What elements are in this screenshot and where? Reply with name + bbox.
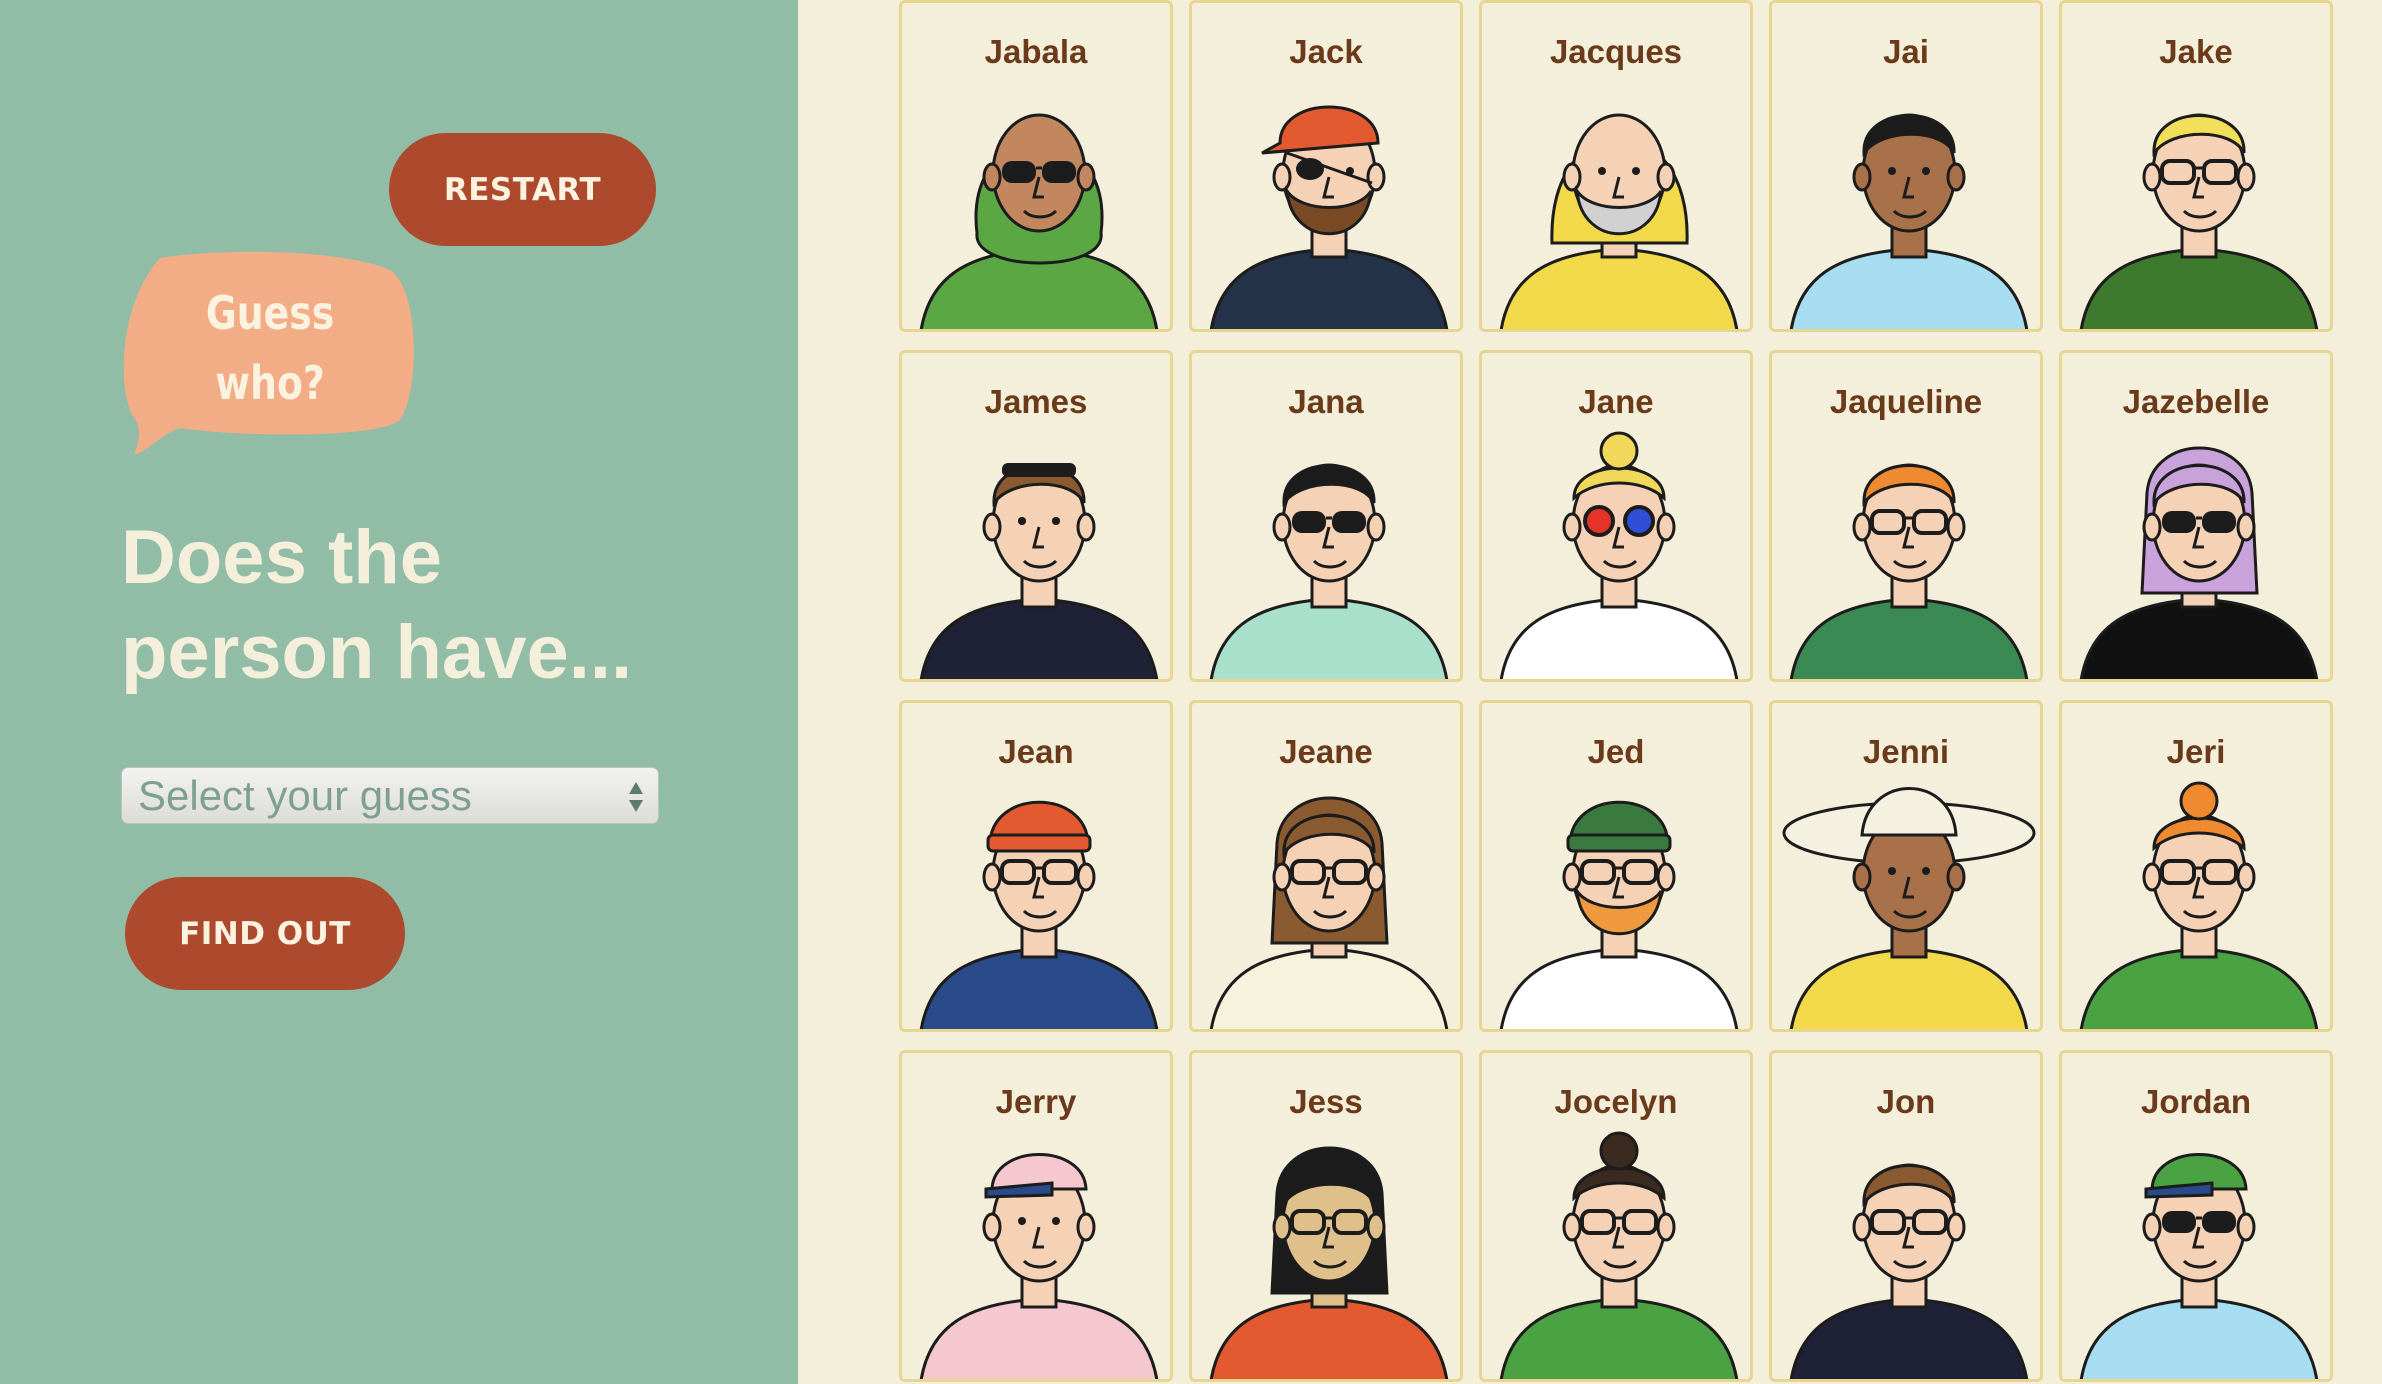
guess-select-value: Select your guess xyxy=(138,771,472,819)
character-name: Jenni xyxy=(1862,733,1950,770)
character-card[interactable]: Jocelyn xyxy=(1479,1050,1753,1382)
character-name: Jazebelle xyxy=(2122,383,2270,420)
character-portrait-icon xyxy=(919,1153,1159,1379)
character-name: Jordan xyxy=(2140,1083,2252,1120)
character-portrait-icon xyxy=(919,113,1159,329)
character-card[interactable]: Jed xyxy=(1479,700,1753,1032)
character-portrait-icon xyxy=(1499,800,1739,1029)
character-card[interactable]: James xyxy=(899,350,1173,682)
find-out-button[interactable]: FIND OUT xyxy=(125,877,405,990)
character-portrait-icon xyxy=(1499,113,1739,329)
question-line-1: Does the xyxy=(121,515,442,600)
character-card[interactable]: Jane xyxy=(1479,350,1753,682)
character-name: Jacques xyxy=(1549,33,1683,70)
character-portrait-icon xyxy=(919,463,1159,679)
character-name: Jon xyxy=(1876,1083,1936,1120)
character-card[interactable]: Jeri xyxy=(2059,700,2333,1032)
character-card[interactable]: Jai xyxy=(1769,0,2043,332)
character-name: Jocelyn xyxy=(1554,1083,1678,1120)
question-line-2: person have... xyxy=(121,610,633,695)
bubble-line-2: who? xyxy=(215,356,325,410)
character-name: Jerry xyxy=(995,1083,1077,1120)
character-card[interactable]: Jeane xyxy=(1189,700,1463,1032)
character-portrait-icon xyxy=(1209,796,1449,1029)
character-card[interactable]: Jenni xyxy=(1769,700,2043,1032)
character-name: Jack xyxy=(1289,33,1363,70)
character-card[interactable]: Jean xyxy=(899,700,1173,1032)
character-portrait-icon xyxy=(2079,446,2319,679)
character-portrait-icon xyxy=(1789,1163,2029,1379)
sidebar: RESTART Guess who? Does the person have.… xyxy=(0,0,798,1384)
character-portrait-icon xyxy=(1789,463,2029,679)
character-portrait-icon xyxy=(2079,113,2319,329)
bubble-line-1: Guess xyxy=(205,286,335,340)
speech-bubble-text: Guess who? xyxy=(149,278,392,418)
character-card[interactable]: Jerry xyxy=(899,1050,1173,1382)
select-arrows-icon xyxy=(629,782,643,812)
character-name: James xyxy=(984,383,1088,420)
character-name: Jana xyxy=(1288,383,1364,420)
guess-select[interactable]: Select your guess xyxy=(121,767,659,824)
character-portrait-icon xyxy=(1209,463,1449,679)
character-name: Jean xyxy=(998,733,1074,770)
character-name: Jeri xyxy=(2166,733,2226,770)
character-name: Jai xyxy=(1883,33,1929,70)
character-portrait-icon xyxy=(2079,781,2319,1029)
character-card[interactable]: Jordan xyxy=(2059,1050,2333,1382)
character-card[interactable]: Jazebelle xyxy=(2059,350,2333,682)
restart-button[interactable]: RESTART xyxy=(389,133,656,246)
character-card[interactable]: Jake xyxy=(2059,0,2333,332)
character-name: Jabala xyxy=(984,33,1088,70)
character-portrait-icon xyxy=(1209,1146,1449,1379)
character-name: Jess xyxy=(1289,1083,1363,1120)
character-portrait-icon xyxy=(1782,787,2036,1029)
character-name: Jeane xyxy=(1279,733,1373,770)
character-name: Jed xyxy=(1587,733,1645,770)
character-portrait-icon xyxy=(919,800,1159,1029)
question-heading: Does the person have... xyxy=(121,510,761,700)
character-portrait-icon xyxy=(1499,1131,1739,1379)
character-portrait-icon xyxy=(1789,113,2029,329)
character-card[interactable]: Jana xyxy=(1189,350,1463,682)
character-card[interactable]: Jabala xyxy=(899,0,1173,332)
character-name: Jake xyxy=(2159,33,2233,70)
character-portrait-icon xyxy=(1209,105,1449,329)
character-portrait-icon xyxy=(2079,1153,2319,1379)
character-card[interactable]: Jacques xyxy=(1479,0,1753,332)
character-card[interactable]: Jack xyxy=(1189,0,1463,332)
character-portrait-icon xyxy=(1499,431,1739,679)
character-name: Jaqueline xyxy=(1829,383,1983,420)
character-card[interactable]: Jon xyxy=(1769,1050,2043,1382)
character-card[interactable]: Jaqueline xyxy=(1769,350,2043,682)
character-name: Jane xyxy=(1578,383,1654,420)
character-card[interactable]: Jess xyxy=(1189,1050,1463,1382)
